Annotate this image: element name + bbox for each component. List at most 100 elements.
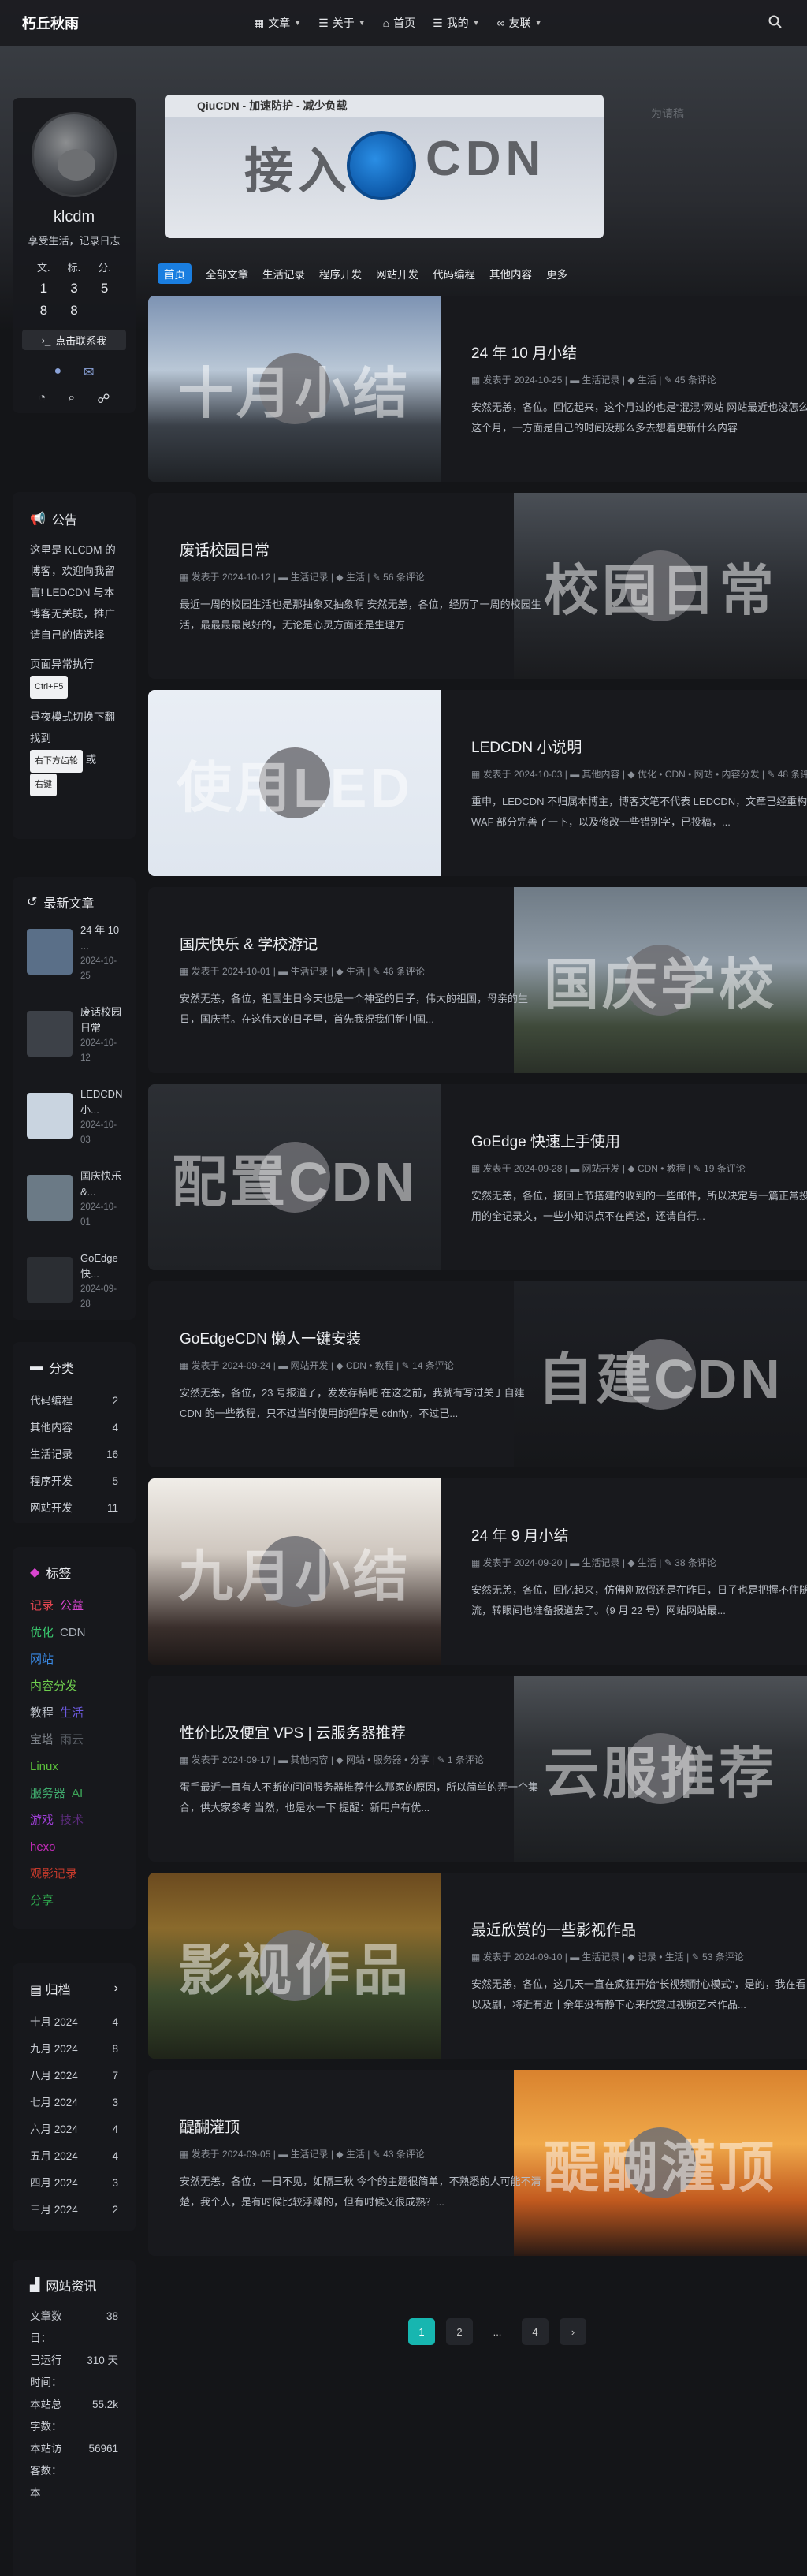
- post-category[interactable]: 生活记录: [582, 1952, 620, 1963]
- post-thumbnail[interactable]: 配置CDN: [148, 1084, 441, 1270]
- category-item[interactable]: 代码编程 2: [30, 1388, 118, 1415]
- post-thumbnail[interactable]: 九月小结: [148, 1478, 441, 1665]
- tag-link[interactable]: 分享: [30, 1894, 54, 1907]
- post-tags[interactable]: 生活: [638, 375, 656, 386]
- post-comments[interactable]: 53 条评论: [702, 1952, 744, 1963]
- category-item[interactable]: 程序开发 5: [30, 1468, 118, 1495]
- sitemap-icon[interactable]: ☍: [97, 391, 110, 407]
- search-icon[interactable]: ⌕: [68, 391, 75, 407]
- post-card[interactable]: 醍醐灌顶 醍醐灌顶 ▦ 发表于 2024-09-05 | ▬ 生活记录 | ◆ 生活…: [148, 2070, 807, 2256]
- tag-link[interactable]: 宝塔: [30, 1733, 54, 1747]
- post-thumbnail[interactable]: 醍醐灌顶: [514, 2070, 807, 2256]
- site-brand[interactable]: 朽丘秋雨: [22, 13, 79, 33]
- tag-link[interactable]: 雨云: [60, 1733, 84, 1747]
- tab-life[interactable]: 生活记录: [262, 266, 305, 281]
- post-card[interactable]: 九月小结 24 年 9 月小结 ▦ 发表于 2024-09-20 | ▬ 生活记录 …: [148, 1478, 807, 1665]
- post-title[interactable]: LEDCDN 小说明: [471, 736, 807, 757]
- tag-link[interactable]: 教程: [30, 1706, 54, 1720]
- archive-item[interactable]: 八月 2024 7: [30, 2063, 118, 2090]
- tag-link[interactable]: 游戏: [30, 1814, 54, 1827]
- tag-link[interactable]: hexo: [30, 1840, 56, 1854]
- menu-item-friends[interactable]: ∞ 友联 ▼: [497, 15, 542, 31]
- tag-link[interactable]: 观影记录: [30, 1867, 77, 1881]
- post-comments[interactable]: 38 条评论: [675, 1557, 716, 1568]
- post-title[interactable]: 24 年 9 月小结: [471, 1524, 807, 1545]
- post-comments[interactable]: 43 条评论: [383, 2149, 425, 2160]
- rss-icon[interactable]: ◔: [39, 391, 46, 407]
- tag-link[interactable]: 记录: [30, 1599, 54, 1612]
- recent-post[interactable]: GoEdge 快... 2024-09-28: [27, 1251, 121, 1315]
- post-tags[interactable]: 生活: [346, 2149, 365, 2160]
- post-category[interactable]: 其他内容: [291, 1754, 329, 1765]
- post-thumbnail[interactable]: 国庆学校: [514, 887, 807, 1073]
- post-category[interactable]: 其他内容: [582, 769, 620, 780]
- archive-item[interactable]: 四月 2024 3: [30, 2170, 118, 2197]
- tab-other[interactable]: 其他内容: [489, 266, 532, 281]
- post-thumbnail[interactable]: 影视作品: [148, 1873, 441, 2059]
- page-button[interactable]: 2: [446, 2318, 473, 2345]
- post-card[interactable]: 影视作品 最近欣赏的一些影视作品 ▦ 发表于 2024-09-10 | ▬ 生活记录…: [148, 1873, 807, 2059]
- post-title[interactable]: 性价比及便宜 VPS | 云服务器推荐: [180, 1721, 542, 1743]
- archive-item[interactable]: 九月 2024 8: [30, 2036, 118, 2063]
- tab-all-articles[interactable]: 全部文章: [206, 266, 248, 281]
- post-card[interactable]: 十月小结 24 年 10 月小结 ▦ 发表于 2024-10-25 | ▬ 生活记录…: [148, 296, 807, 482]
- tag-link[interactable]: AI: [72, 1787, 83, 1800]
- menu-item-articles[interactable]: ▦ 文章 ▼: [254, 15, 301, 31]
- recent-post[interactable]: 24 年 10 ... 2024-10-25: [27, 923, 121, 987]
- post-thumbnail[interactable]: 十月小结: [148, 296, 441, 482]
- archive-item[interactable]: 三月 2024 2: [30, 2197, 118, 2224]
- tag-link[interactable]: CDN: [60, 1626, 86, 1639]
- post-card[interactable]: 国庆学校 国庆快乐 & 学校游记 ▦ 发表于 2024-10-01 | ▬ 生活记录…: [148, 887, 807, 1073]
- recent-post[interactable]: 国庆快乐 &... 2024-10-01: [27, 1169, 121, 1233]
- post-thumbnail[interactable]: 校园日常: [514, 493, 807, 679]
- post-card[interactable]: 配置CDN GoEdge 快速上手使用 ▦ 发表于 2024-09-28 | ▬ 网…: [148, 1084, 807, 1270]
- post-tags[interactable]: 生活: [638, 1557, 656, 1568]
- post-title[interactable]: GoEdge 快速上手使用: [471, 1130, 807, 1151]
- tab-web-dev[interactable]: 网站开发: [376, 266, 418, 281]
- post-tags[interactable]: 生活: [346, 966, 365, 977]
- stat-value[interactable]: 8: [59, 303, 90, 319]
- page-button[interactable]: 1: [408, 2318, 435, 2345]
- stat-value[interactable]: [89, 303, 120, 319]
- post-comments[interactable]: 56 条评论: [383, 572, 425, 583]
- tag-link[interactable]: 公益: [60, 1599, 84, 1612]
- category-item[interactable]: 生活记录 16: [30, 1441, 118, 1468]
- post-title[interactable]: 醍醐灌顶: [180, 2116, 542, 2137]
- archive-item[interactable]: 五月 2024 4: [30, 2143, 118, 2170]
- tab-programming[interactable]: 程序开发: [319, 266, 362, 281]
- post-card[interactable]: 校园日常 废话校园日常 ▦ 发表于 2024-10-12 | ▬ 生活记录 | ◆ …: [148, 493, 807, 679]
- post-thumbnail[interactable]: 使用LED: [148, 690, 441, 876]
- post-category[interactable]: 网站开发: [582, 1163, 620, 1174]
- tab-coding[interactable]: 代码编程: [433, 266, 475, 281]
- recent-post[interactable]: LEDCDN 小... 2024-10-03: [27, 1087, 122, 1151]
- post-category[interactable]: 生活记录: [582, 1557, 620, 1568]
- tab-home[interactable]: 首页: [158, 263, 192, 284]
- tag-link[interactable]: 技术: [60, 1814, 84, 1827]
- post-tags[interactable]: 优化 • CDN • 网站 • 内容分发: [638, 769, 760, 780]
- search-icon[interactable]: [768, 14, 783, 30]
- post-card[interactable]: 云服推荐 性价比及便宜 VPS | 云服务器推荐 ▦ 发表于 2024-09-17 …: [148, 1676, 807, 1862]
- post-category[interactable]: 生活记录: [582, 375, 620, 386]
- archive-item[interactable]: 十月 2024 4: [30, 2009, 118, 2036]
- archive-item[interactable]: 六月 2024 4: [30, 2116, 118, 2143]
- recent-post[interactable]: 废话校园日常 2024-10-12: [27, 1005, 121, 1069]
- post-comments[interactable]: 48 条评论: [778, 769, 807, 780]
- post-category[interactable]: 生活记录: [291, 966, 329, 977]
- post-category[interactable]: 生活记录: [291, 572, 329, 583]
- tab-more[interactable]: 更多: [546, 266, 567, 281]
- category-item[interactable]: 其他内容 4: [30, 1415, 118, 1441]
- menu-item-home[interactable]: ⌂ 首页: [383, 15, 415, 31]
- tag-link[interactable]: 优化: [30, 1626, 54, 1639]
- post-title[interactable]: 废话校园日常: [180, 539, 542, 560]
- tag-link[interactable]: 网站: [30, 1653, 54, 1666]
- menu-item-mine[interactable]: ☰ 我的 ▼: [433, 15, 479, 31]
- post-comments[interactable]: 46 条评论: [383, 966, 425, 977]
- contact-button[interactable]: ›_ 点击联系我: [22, 330, 126, 350]
- post-tags[interactable]: CDN • 教程: [346, 1360, 394, 1371]
- post-tags[interactable]: 生活: [346, 572, 365, 583]
- github-icon[interactable]: ●: [54, 364, 61, 380]
- post-title[interactable]: 最近欣赏的一些影视作品: [471, 1918, 807, 1940]
- page-button[interactable]: 4: [522, 2318, 549, 2345]
- chevron-right-icon[interactable]: ›: [114, 1981, 118, 1996]
- tag-link[interactable]: Linux: [30, 1760, 58, 1773]
